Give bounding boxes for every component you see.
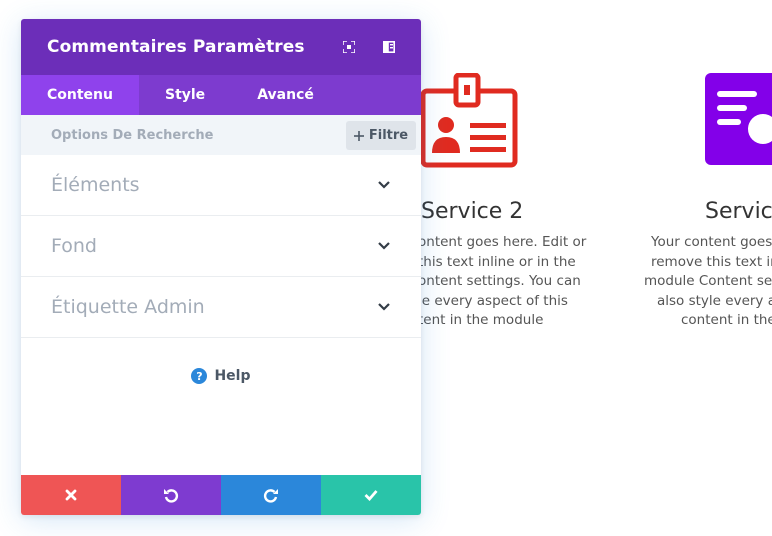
- help-link[interactable]: ? Help: [21, 368, 421, 384]
- save-button[interactable]: [321, 475, 421, 515]
- redo-button[interactable]: [221, 475, 321, 515]
- plus-icon: [353, 130, 364, 141]
- service-3-text: Your content goes remove this text in mo…: [640, 233, 772, 331]
- filter-label: Filtre: [368, 128, 409, 143]
- service-2-line: le every aspect of this: [418, 292, 568, 309]
- service-3-line: module Content set: [644, 273, 772, 289]
- service-3-line: content in the: [681, 312, 772, 328]
- undo-icon: [164, 489, 179, 503]
- help-label: Help: [214, 368, 251, 384]
- discard-button[interactable]: [21, 475, 121, 515]
- expand-icon[interactable]: [339, 37, 359, 57]
- filter-button[interactable]: Filtre: [346, 121, 416, 150]
- section-label: Éléments: [51, 174, 140, 196]
- chevron-down-icon: [378, 242, 390, 250]
- service-3-line: Your content goes: [651, 234, 772, 250]
- panel-header[interactable]: Commentaires Paramètres: [21, 19, 421, 75]
- undo-button[interactable]: [121, 475, 221, 515]
- section-label: Fond: [51, 235, 97, 257]
- search-options-bar: Options De Recherche Filtre: [21, 115, 421, 155]
- section-etiquette-admin[interactable]: Étiquette Admin: [21, 277, 421, 338]
- split-view-icon[interactable]: [379, 37, 399, 57]
- tab-avance[interactable]: Avancé: [231, 75, 340, 115]
- section-label: Étiquette Admin: [51, 296, 205, 318]
- help-icon: ?: [191, 368, 208, 384]
- tab-style[interactable]: Style: [139, 75, 231, 115]
- chevron-down-icon: [378, 303, 390, 311]
- document-search-icon: [705, 73, 772, 165]
- service-3-line: also style every as: [657, 292, 772, 309]
- tab-contenu[interactable]: Contenu: [21, 75, 139, 115]
- service-2-line: this text inline or in the: [418, 253, 576, 270]
- service-3-title: Service: [705, 199, 772, 224]
- check-icon: [364, 490, 378, 501]
- close-icon: [65, 489, 77, 501]
- service-2-line: tent in the module: [418, 312, 544, 328]
- panel-title: Commentaires Paramètres: [47, 37, 305, 57]
- settings-panel: Commentaires Paramètres Contenu Style Av…: [21, 19, 421, 515]
- chevron-down-icon: [378, 181, 390, 189]
- service-2-line: ontent settings. You can: [418, 273, 581, 289]
- redo-icon: [263, 489, 278, 503]
- service-2-title: Service 2: [421, 199, 524, 224]
- service-2-text: ontent goes here. Edit or this text inli…: [418, 233, 586, 331]
- tab-bar: Contenu Style Avancé: [21, 75, 421, 115]
- service-2-line: ontent goes here. Edit or: [418, 234, 587, 250]
- panel-footer: [21, 475, 421, 515]
- section-fond[interactable]: Fond: [21, 216, 421, 277]
- search-options-input[interactable]: Options De Recherche: [51, 128, 213, 143]
- id-badge-icon: [420, 73, 518, 168]
- section-elements[interactable]: Éléments: [21, 155, 421, 216]
- service-3-line: remove this text in: [651, 253, 772, 270]
